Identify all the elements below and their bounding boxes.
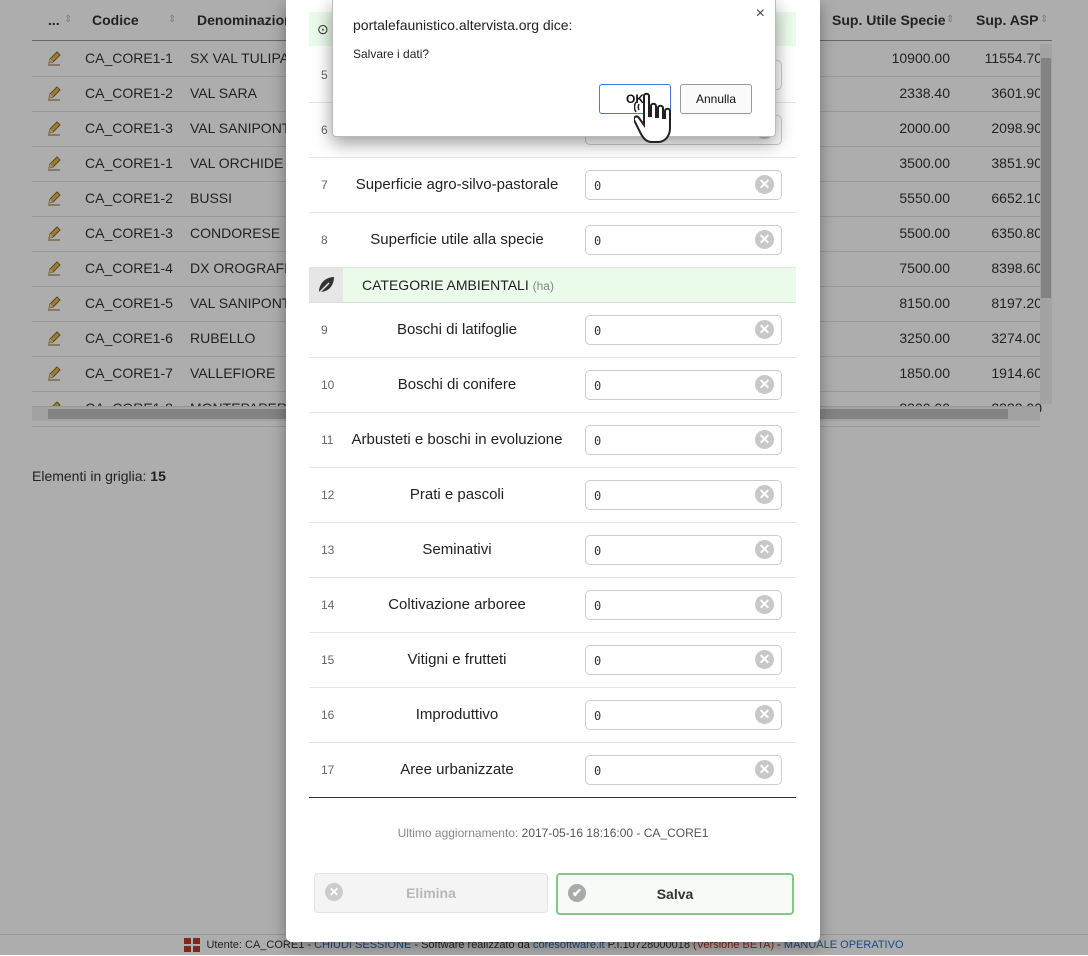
- value-field[interactable]: ✕: [585, 645, 782, 675]
- form-row: 10 Boschi di conifere ✕: [309, 358, 796, 413]
- row-label: Aree urbanizzate: [400, 761, 514, 778]
- cancel-button[interactable]: Annulla: [680, 84, 752, 114]
- row-label: Boschi di latifoglie: [396, 321, 518, 338]
- clear-icon[interactable]: ✕: [755, 540, 774, 559]
- value-input[interactable]: [592, 175, 746, 197]
- form-row: 8 Superficie utile alla specie ✕: [309, 213, 796, 268]
- row-index: 12: [321, 488, 335, 502]
- value-input[interactable]: [592, 705, 746, 727]
- section-title: CATEGORIE AMBIENTALI (ha): [362, 277, 554, 293]
- clear-icon[interactable]: ✕: [755, 430, 774, 449]
- form-row: 7 Superficie agro-silvo-pastorale ✕: [309, 158, 796, 213]
- row-label: Improduttivo: [415, 706, 499, 723]
- value-input[interactable]: [592, 230, 746, 252]
- row-index: 14: [321, 598, 335, 612]
- value-field[interactable]: ✕: [585, 535, 782, 565]
- value-input[interactable]: [592, 760, 746, 782]
- row-label: Vitigni e frutteti: [407, 651, 507, 668]
- value-field[interactable]: ✕: [585, 480, 782, 510]
- row-label: Superficie utile alla specie: [370, 231, 544, 248]
- form-row: 15 Vitigni e frutteti ✕: [309, 633, 796, 688]
- last-update-value: 2017-05-16 18:16:00 - CA_CORE1: [521, 826, 709, 840]
- row-index: 13: [321, 543, 335, 557]
- save-button[interactable]: ✔ Salva: [556, 873, 794, 915]
- value-field[interactable]: ✕: [585, 315, 782, 345]
- value-field[interactable]: ✕: [585, 225, 782, 255]
- form-row: 12 Prati e pascoli ✕: [309, 468, 796, 523]
- value-field[interactable]: ✕: [585, 755, 782, 785]
- clear-icon[interactable]: ✕: [755, 760, 774, 779]
- form-row: 13 Seminativi ✕: [309, 523, 796, 578]
- value-input[interactable]: [592, 540, 746, 562]
- value-field[interactable]: ✕: [585, 590, 782, 620]
- value-field[interactable]: ✕: [585, 370, 782, 400]
- row-label: Superficie agro-silvo-pastorale: [355, 176, 559, 193]
- section-unit: (ha): [532, 279, 554, 293]
- row-index: 16: [321, 708, 335, 722]
- row-label: Coltivazione arboree: [388, 596, 526, 613]
- clear-icon[interactable]: ✕: [755, 650, 774, 669]
- value-input[interactable]: [592, 650, 746, 672]
- dialog-message: Salvare i dati?: [353, 47, 430, 61]
- value-input[interactable]: [592, 375, 746, 397]
- clear-icon[interactable]: ✕: [755, 320, 774, 339]
- value-input[interactable]: [592, 320, 746, 342]
- value-input[interactable]: [592, 430, 746, 452]
- form-row: 11 Arbusteti e boschi in evoluzione ✕: [309, 413, 796, 468]
- clear-icon[interactable]: ✕: [755, 705, 774, 724]
- edit-modal: ⊙ 5✕6✕7Superficie agro-silvo-pastorale✕8…: [286, 0, 820, 942]
- clear-icon[interactable]: ✕: [755, 485, 774, 504]
- clear-icon[interactable]: ✕: [755, 375, 774, 394]
- row-index: 10: [321, 378, 335, 392]
- value-field[interactable]: ✕: [585, 425, 782, 455]
- row-index: 15: [321, 653, 335, 667]
- row-label: Prati e pascoli: [409, 486, 505, 503]
- form-row: 9 Boschi di latifoglie ✕: [309, 303, 796, 358]
- row-index: 5: [321, 68, 328, 82]
- last-update: Ultimo aggiornamento: 2017-05-16 18:16:0…: [286, 826, 820, 840]
- row-index: 8: [321, 233, 328, 247]
- clear-icon[interactable]: ✕: [755, 175, 774, 194]
- clear-icon[interactable]: ✕: [755, 595, 774, 614]
- row-label: Seminativi: [422, 541, 492, 558]
- section-header-env: CATEGORIE AMBIENTALI (ha): [309, 268, 796, 303]
- row-label: Arbusteti e boschi in evoluzione: [351, 431, 563, 448]
- value-field[interactable]: ✕: [585, 700, 782, 730]
- form-row: 14 Coltivazione arboree ✕: [309, 578, 796, 633]
- row-index: 6: [321, 123, 328, 137]
- row-index: 9: [321, 323, 328, 337]
- save-label: Salva: [656, 886, 694, 902]
- row-index: 17: [321, 763, 335, 777]
- row-index: 11: [321, 433, 334, 447]
- hand-cursor-icon: [634, 92, 671, 143]
- leaf-icon: [309, 268, 343, 302]
- confirm-dialog: portalefaunistico.altervista.org dice: ×…: [332, 0, 776, 137]
- clock-icon: ⊙: [317, 21, 329, 37]
- close-icon[interactable]: ×: [756, 5, 765, 23]
- row-index: 7: [321, 178, 328, 192]
- form-row: 17 Aree urbanizzate ✕: [309, 743, 796, 798]
- dialog-origin: portalefaunistico.altervista.org dice:: [353, 17, 573, 33]
- delete-label: Elimina: [406, 885, 456, 901]
- form-row: 16 Improduttivo ✕: [309, 688, 796, 743]
- value-field[interactable]: ✕: [585, 170, 782, 200]
- section-title-text: CATEGORIE AMBIENTALI: [362, 277, 529, 293]
- value-input[interactable]: [592, 485, 746, 507]
- delete-button[interactable]: ✕ Elimina: [314, 873, 548, 913]
- table-divider: [309, 797, 796, 798]
- last-update-label: Ultimo aggiornamento:: [397, 826, 519, 840]
- row-label: Boschi di conifere: [397, 376, 517, 393]
- value-input[interactable]: [592, 595, 746, 617]
- clear-icon[interactable]: ✕: [755, 230, 774, 249]
